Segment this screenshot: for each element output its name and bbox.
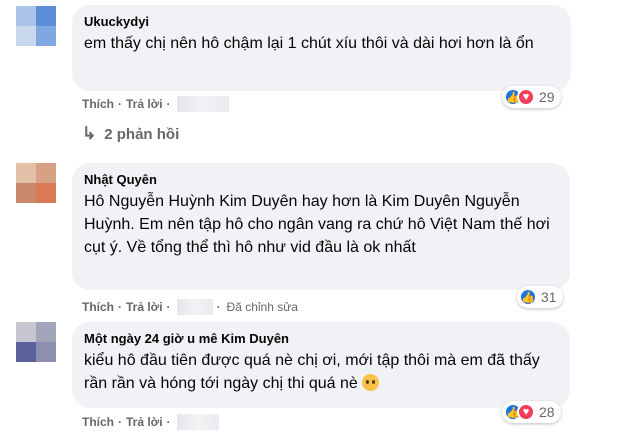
comment-text: Hô Nguyễn Huỳnh Kim Duyên hay hơn là Kim… [84,193,550,256]
separator-dot: · [166,300,171,314]
separator-dot: · [216,300,221,314]
reply-button[interactable]: Trả lời [126,300,163,314]
reaction-count: 31 [541,289,557,305]
comment-actions: Thích · Trả lời · [82,414,219,430]
comment-author[interactable]: Nhật Quyên [84,171,558,188]
timestamp-blurred[interactable] [176,414,219,430]
reaction-count: 29 [539,89,555,105]
comment-text: kiểu hô đầu tiên được quá nè chị ơi, mới… [84,349,558,395]
reply-arrow-icon: ↳ [82,124,97,143]
replies-count-label: 2 phản hồi [104,125,180,143]
love-icon: ♥ [517,403,535,421]
reply-button[interactable]: Trả lời [126,415,163,429]
reaction-summary[interactable]: 👍 31 [517,286,563,308]
comment-text-content: kiểu hô đầu tiên được quá nè chị ơi, mới… [84,352,540,392]
reaction-summary[interactable]: 👍 ♥ 28 [502,401,561,423]
comment-actions: Thích · Trả lời · [82,96,229,112]
separator-dot: · [118,415,122,429]
comment-bubble: Nhật Quyên Hô Nguyễn Huỳnh Kim Duyên hay… [72,163,570,290]
comment-actions: Thích · Trả lời · · Đã chỉnh sửa [82,299,298,315]
sad-face-emoji [362,374,380,391]
like-button[interactable]: Thích [82,415,114,429]
love-icon: ♥ [517,88,535,106]
like-button[interactable]: Thích [82,300,114,314]
reaction-count: 28 [539,404,555,420]
edited-label: Đã chỉnh sửa [226,300,298,314]
timestamp-blurred[interactable] [176,96,229,112]
like-icon: 👍 [519,288,537,306]
avatar[interactable] [16,6,56,46]
view-replies-button[interactable]: ↳ 2 phản hồi [82,124,179,144]
separator-dot: · [118,300,122,314]
reaction-summary[interactable]: 👍 ♥ 29 [502,86,561,108]
comment-bubble: Ukuckydyi em thấy chị nên hô chậm lại 1 … [72,5,571,91]
comment-author[interactable]: Một ngày 24 giờ u mê Kim Duyên [84,330,558,347]
separator-dot: · [166,97,171,111]
separator-dot: · [118,97,122,111]
reply-button[interactable]: Trả lời [126,97,163,111]
comment-bubble: Một ngày 24 giờ u mê Kim Duyên kiểu hô đ… [72,322,570,408]
like-button[interactable]: Thích [82,97,114,111]
timestamp-blurred[interactable] [176,299,213,315]
avatar[interactable] [16,163,56,203]
comment-text: em thấy chị nên hô chậm lại 1 chút xíu t… [84,35,534,52]
comment-author[interactable]: Ukuckydyi [84,13,559,30]
separator-dot: · [166,415,171,429]
avatar[interactable] [16,322,56,362]
